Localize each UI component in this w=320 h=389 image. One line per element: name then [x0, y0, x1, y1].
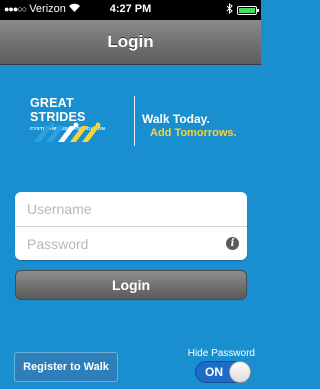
toggle-knob[interactable] — [229, 361, 251, 383]
bluetooth-icon — [226, 2, 233, 17]
battery-fill — [239, 7, 255, 13]
username-field[interactable] — [27, 201, 217, 217]
page-title: Login — [107, 32, 154, 51]
tagline-add-tomorrows: Add Tomorrows. — [150, 127, 237, 139]
login-form: i — [15, 192, 247, 260]
nav-bar: Login — [0, 20, 261, 65]
password-row: i — [15, 226, 247, 260]
toggle-state-text: ON — [205, 365, 223, 379]
login-button-label: Login — [111, 277, 151, 293]
hide-password-toggle[interactable]: ON — [195, 361, 251, 383]
username-row — [15, 192, 247, 226]
info-icon[interactable]: i — [226, 237, 239, 250]
battery-icon — [237, 5, 259, 15]
status-right — [226, 2, 259, 17]
logo-divider — [134, 96, 135, 146]
tagline-walk-today: Walk Today. — [142, 112, 210, 126]
logo-brand-line1: GREAT STRIDES — [30, 96, 86, 124]
walking-figures-icon — [34, 122, 101, 142]
login-button[interactable]: Login — [15, 270, 247, 300]
status-time: 4:27 PM — [109, 3, 152, 15]
register-to-walk-button[interactable]: Register to Walk — [14, 352, 118, 382]
register-button-label: Register to Walk — [23, 361, 109, 373]
great-strides-logo: GREAT STRIDES CYSTIC FIBROSIS FOUNDATION… — [30, 96, 250, 156]
status-bar: ●●●○○ Verizon 4:27 PM — [0, 0, 261, 20]
hide-password-label: Hide Password — [187, 348, 255, 359]
logo-tagline: Walk Today. Add Tomorrows. — [142, 112, 237, 139]
password-field[interactable] — [27, 235, 217, 252]
